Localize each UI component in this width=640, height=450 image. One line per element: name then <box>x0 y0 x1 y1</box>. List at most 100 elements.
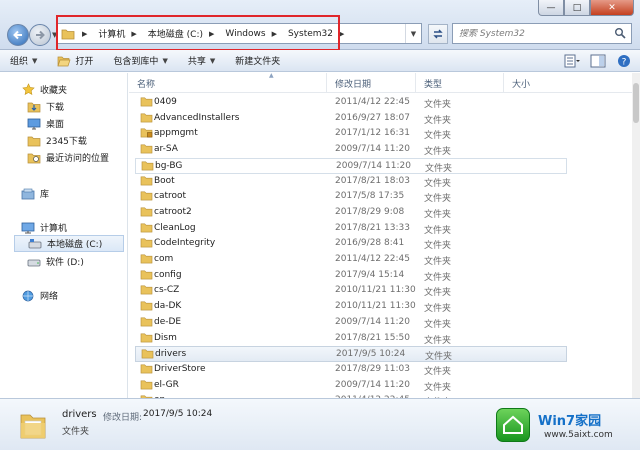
file-type: 文件夹 <box>425 352 453 363</box>
maximize-button[interactable]: □ <box>564 0 590 16</box>
file-date: 2017/9/4 15:14 <box>335 269 405 280</box>
search-input[interactable] <box>459 28 609 39</box>
nav-2345-downloads[interactable]: 2345下载 <box>26 132 87 149</box>
file-row[interactable]: bg-BG 2009/7/14 11:20 文件夹 <box>135 157 567 174</box>
search-box[interactable] <box>452 23 632 44</box>
column-header-date[interactable]: 修改日期 <box>327 73 416 93</box>
folder-open-icon <box>57 56 71 66</box>
address-bar[interactable]: ▶ 计算机 ▶ 本地磁盘 (C:) ▶ Windows ▶ System32 ▶… <box>56 23 422 44</box>
nav-network[interactable]: 网络 <box>20 287 58 304</box>
open-button[interactable]: 打开 <box>47 51 103 71</box>
nav-desktop[interactable]: 桌面 <box>26 115 64 132</box>
large-folder-icon <box>18 409 48 444</box>
file-row[interactable]: da-DK 2010/11/21 11:30 文件夹 <box>135 299 567 315</box>
column-header-size[interactable]: 大小 <box>504 73 594 93</box>
breadcrumb-separator[interactable]: ▶ <box>336 24 352 43</box>
close-button[interactable]: ✕ <box>590 0 634 16</box>
file-row[interactable]: cs-CZ 2010/11/21 11:30 文件夹 <box>135 283 567 299</box>
column-header-name[interactable]: 名称 <box>129 73 327 93</box>
address-dropdown-icon[interactable]: ▼ <box>405 24 421 43</box>
organize-menu[interactable]: 组织 ▼ <box>0 51 47 71</box>
nav-label: 网络 <box>40 292 59 302</box>
file-row[interactable]: AdvancedInstallers 2016/9/27 18:07 文件夹 <box>135 111 567 127</box>
nav-computer[interactable]: 计算机 <box>20 219 67 236</box>
file-date: 2017/8/21 18:03 <box>335 175 410 186</box>
breadcrumb-separator[interactable]: ▶ <box>128 24 144 43</box>
details-date-value: 2017/9/5 10:24 <box>143 409 213 419</box>
preview-pane-icon[interactable] <box>590 53 606 68</box>
folder-icon <box>141 348 154 362</box>
view-options-icon[interactable] <box>564 53 580 68</box>
file-row[interactable]: drivers 2017/9/5 10:24 文件夹 <box>135 346 567 363</box>
nav-libraries[interactable]: 库 <box>20 185 49 202</box>
include-in-library-menu[interactable]: 包含到库中 ▼ <box>103 51 177 71</box>
back-button[interactable] <box>7 24 29 46</box>
folder-icon <box>57 24 79 43</box>
breadcrumb-computer[interactable]: 计算机 <box>95 24 128 43</box>
minimize-button[interactable]: — <box>538 0 564 16</box>
nav-favorites[interactable]: 收藏夹 <box>20 81 67 98</box>
folder-icon <box>141 160 154 174</box>
breadcrumb-system32[interactable]: System32 <box>285 24 336 43</box>
file-name: el-GR <box>154 379 179 390</box>
file-type: 文件夹 <box>424 335 452 346</box>
breadcrumb-local-disk-c[interactable]: 本地磁盘 (C:) <box>145 24 206 43</box>
house-icon <box>496 408 530 442</box>
download-folder-icon <box>26 100 42 114</box>
details-type: 文件夹 <box>62 427 90 437</box>
nav-downloads[interactable]: 下载 <box>26 98 64 115</box>
refresh-button[interactable] <box>428 24 448 44</box>
file-name: DriverStore <box>154 363 206 374</box>
svg-text:?: ? <box>622 57 627 67</box>
file-date: 2017/9/5 10:24 <box>336 349 406 360</box>
search-icon[interactable] <box>614 27 626 39</box>
file-date: 2009/7/14 11:20 <box>335 316 410 327</box>
file-date: 2011/4/12 22:45 <box>335 97 410 107</box>
folder-icon <box>140 253 153 267</box>
breadcrumb-separator[interactable]: ▶ <box>206 24 222 43</box>
forward-button[interactable] <box>29 24 51 46</box>
folder-icon <box>140 332 153 346</box>
folder-icon <box>140 175 153 189</box>
file-row[interactable]: CodeIntegrity 2016/9/28 8:41 文件夹 <box>135 236 567 252</box>
nav-label: 计算机 <box>40 224 68 234</box>
folder-icon <box>140 96 153 110</box>
file-name: com <box>154 254 174 264</box>
file-row[interactable]: Boot 2017/8/21 18:03 文件夹 <box>135 174 567 190</box>
nav-local-disk-c[interactable]: 本地磁盘 (C:) <box>14 235 124 252</box>
file-name: 0409 <box>154 97 177 107</box>
nav-software-d[interactable]: 软件 (D:) <box>26 253 84 270</box>
nav-recent-places[interactable]: 最近访问的位置 <box>26 149 109 166</box>
file-row[interactable]: Dism 2017/8/21 15:50 文件夹 <box>135 331 567 347</box>
file-row[interactable]: DriverStore 2017/8/29 11:03 文件夹 <box>135 362 567 378</box>
vertical-scrollbar[interactable] <box>632 73 640 398</box>
file-row[interactable]: ar-SA 2009/7/14 11:20 文件夹 <box>135 142 567 158</box>
file-row[interactable]: catroot2 2017/8/29 9:08 文件夹 <box>135 205 567 221</box>
new-folder-button[interactable]: 新建文件夹 <box>225 51 290 71</box>
file-row[interactable]: appmgmt 2017/1/12 16:31 文件夹 <box>135 126 567 142</box>
file-row[interactable]: 0409 2011/4/12 22:45 文件夹 <box>135 95 567 111</box>
file-row[interactable]: el-GR 2009/7/14 11:20 文件夹 <box>135 378 567 394</box>
file-type: 文件夹 <box>424 241 452 252</box>
file-name: CleanLog <box>154 222 196 233</box>
breadcrumb-windows[interactable]: Windows <box>222 24 268 43</box>
file-row[interactable]: de-DE 2009/7/14 11:20 文件夹 <box>135 315 567 331</box>
help-icon[interactable]: ? <box>616 53 632 68</box>
file-type: 文件夹 <box>424 147 452 158</box>
system-drive-icon <box>27 237 43 251</box>
breadcrumb-separator[interactable]: ▶ <box>269 24 285 43</box>
file-date: 2017/5/8 17:35 <box>335 191 405 202</box>
file-row[interactable]: config 2017/9/4 15:14 文件夹 <box>135 268 567 284</box>
file-date: 2016/9/28 8:41 <box>335 238 405 249</box>
column-header-type[interactable]: 类型 <box>416 73 504 93</box>
scrollbar-thumb[interactable] <box>633 83 639 123</box>
file-row[interactable]: catroot 2017/5/8 17:35 文件夹 <box>135 189 567 205</box>
drive-icon <box>26 255 42 269</box>
breadcrumb-separator[interactable]: ▶ <box>79 24 95 43</box>
nav-label: 2345下载 <box>46 137 87 147</box>
share-menu[interactable]: 共享 ▼ <box>178 51 225 71</box>
file-name: AdvancedInstallers <box>154 112 240 123</box>
file-row[interactable]: com 2011/4/12 22:45 文件夹 <box>135 252 567 268</box>
file-name: Dism <box>154 332 177 343</box>
file-row[interactable]: CleanLog 2017/8/21 13:33 文件夹 <box>135 221 567 237</box>
